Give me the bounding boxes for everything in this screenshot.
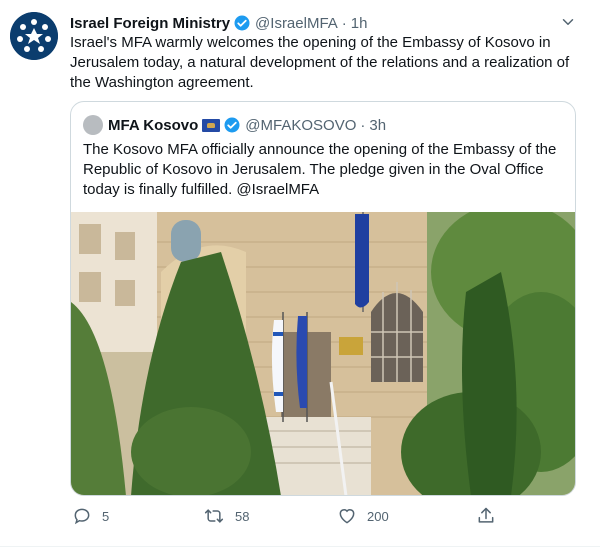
tweet-header: Israel Foreign Ministry @IsraelMFA · 1h bbox=[70, 12, 367, 34]
quoted-tweet-time: 3h bbox=[369, 116, 387, 134]
share-icon bbox=[478, 507, 494, 523]
verified-badge-icon bbox=[233, 14, 251, 32]
tweet-text: Israel's MFA warmly welcomes the opening… bbox=[70, 34, 570, 91]
more-options-icon[interactable] bbox=[556, 10, 580, 34]
reply-button[interactable]: 5 bbox=[72, 506, 109, 526]
separator-dot: · bbox=[341, 14, 347, 32]
quoted-tweet[interactable]: MFA Kosovo @MFAKOSOVO · 3h The Kosovo MF… bbox=[70, 101, 576, 496]
israel-mfa-avatar[interactable] bbox=[10, 12, 58, 60]
retweet-icon bbox=[204, 509, 224, 523]
author-handle[interactable]: @IsraelMFA bbox=[255, 15, 338, 32]
share-button[interactable] bbox=[476, 506, 506, 526]
mfa-kosovo-avatar bbox=[83, 115, 103, 135]
tweet-actions: 5 58 200 bbox=[0, 506, 600, 532]
quoted-author-name: MFA Kosovo bbox=[108, 116, 199, 134]
like-count: 200 bbox=[367, 508, 389, 524]
separator-dot: · bbox=[360, 116, 366, 134]
quoted-author-handle: @MFAKOSOVO bbox=[245, 116, 357, 134]
kosovo-flag-icon bbox=[202, 118, 221, 132]
tweet[interactable]: Israel Foreign Ministry @IsraelMFA · 1h … bbox=[0, 0, 600, 550]
verified-badge-icon bbox=[223, 116, 241, 134]
like-button[interactable]: 200 bbox=[337, 506, 389, 526]
divider bbox=[0, 546, 600, 547]
retweet-count: 58 bbox=[235, 508, 250, 524]
tweet-time[interactable]: 1h bbox=[351, 15, 368, 32]
reply-count: 5 bbox=[102, 508, 110, 524]
reply-icon bbox=[74, 508, 90, 525]
retweet-button[interactable]: 58 bbox=[203, 506, 249, 526]
author-name[interactable]: Israel Foreign Ministry bbox=[70, 15, 230, 32]
embassy-photo[interactable] bbox=[71, 202, 575, 495]
quoted-tweet-text: The Kosovo MFA officially announce the o… bbox=[83, 141, 557, 198]
heart-icon bbox=[339, 509, 355, 524]
quoted-tweet-header: MFA Kosovo @MFAKOSOVO · 3h bbox=[83, 114, 386, 136]
